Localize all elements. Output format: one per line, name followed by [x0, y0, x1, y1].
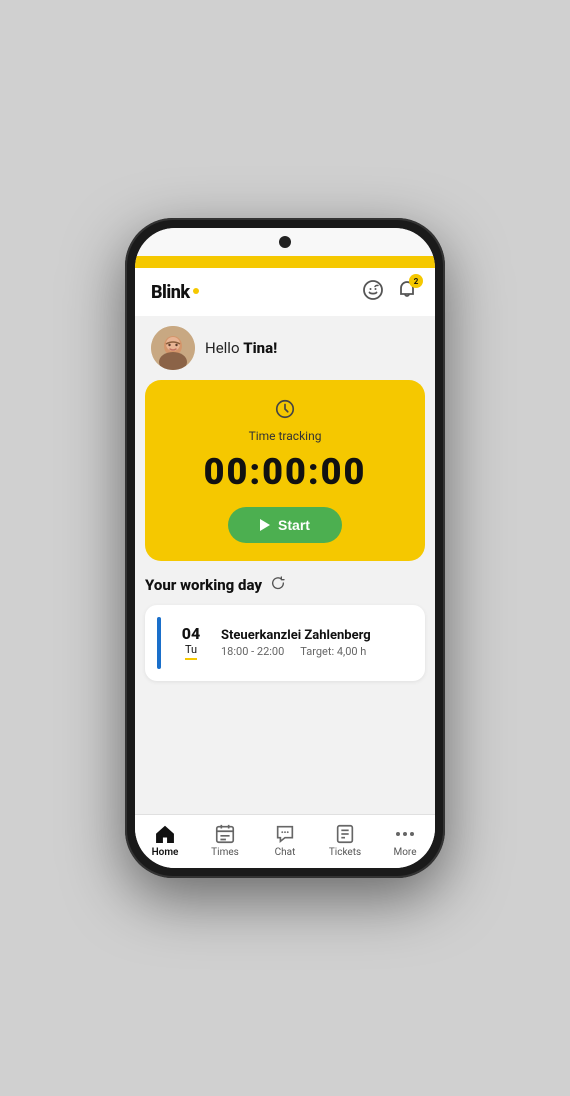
times-icon — [214, 823, 236, 845]
time-tracking-label: Time tracking — [249, 429, 322, 443]
more-dot-1 — [396, 832, 400, 836]
greeting-name: Tina! — [243, 339, 277, 357]
top-yellow-bar — [135, 256, 435, 268]
more-dot-2 — [403, 832, 407, 836]
nav-label-home: Home — [152, 847, 179, 858]
avatar-image — [151, 326, 195, 370]
nav-item-home[interactable]: Home — [141, 823, 189, 858]
bottom-nav: Home Times — [135, 814, 435, 868]
schedule-card: 04 Tu Steuerkanzlei Zahlenberg 18:00 - 2… — [145, 605, 425, 681]
home-icon — [154, 823, 176, 845]
brand-name: Blink — [151, 282, 190, 303]
date-day: Tu — [185, 642, 197, 659]
nav-label-more: More — [393, 847, 416, 858]
brand-dot — [193, 288, 199, 294]
camera-notch — [279, 236, 291, 248]
nav-item-more[interactable]: More — [381, 823, 429, 858]
greeting-section: Hello Tina! — [135, 316, 435, 380]
more-dot-3 — [410, 832, 414, 836]
nav-item-tickets[interactable]: Tickets — [321, 823, 369, 858]
working-day-title: Your working day — [145, 576, 262, 594]
play-icon — [260, 519, 270, 531]
time-range: 18:00 - 22:00 — [221, 645, 284, 658]
start-label: Start — [278, 517, 310, 533]
schedule-time: 18:00 - 22:00 Target: 4,00 h — [221, 645, 413, 658]
app-header: Blink — [135, 268, 435, 316]
header-icons: 2 — [361, 278, 419, 306]
timer-display: 00:00:00 — [204, 451, 367, 493]
main-content: Time tracking 00:00:00 Start Your workin… — [135, 380, 435, 814]
time-tracking-card: Time tracking 00:00:00 Start — [145, 380, 425, 561]
greeting-text: Hello Tina! — [205, 339, 277, 357]
status-bar — [135, 228, 435, 256]
target-hours: Target: 4,00 h — [300, 645, 366, 658]
phone-screen: Blink — [135, 228, 435, 868]
nav-label-tickets: Tickets — [329, 847, 361, 858]
nav-item-chat[interactable]: Chat — [261, 823, 309, 858]
nav-label-times: Times — [211, 847, 239, 858]
emoji-icon-button[interactable] — [361, 278, 385, 306]
schedule-info: Steuerkanzlei Zahlenberg 18:00 - 22:00 T… — [221, 628, 413, 658]
phone-frame: Blink — [125, 218, 445, 878]
notification-badge: 2 — [409, 274, 423, 288]
emoji-icon — [361, 278, 385, 302]
nav-item-times[interactable]: Times — [201, 823, 249, 858]
avatar — [151, 326, 195, 370]
schedule-accent — [157, 617, 161, 669]
date-number: 04 — [182, 626, 200, 642]
brand-logo: Blink — [151, 282, 199, 303]
schedule-company: Steuerkanzlei Zahlenberg — [221, 628, 413, 643]
bell-icon-button[interactable]: 2 — [395, 278, 419, 306]
working-day-header: Your working day — [145, 575, 425, 595]
chat-icon — [274, 823, 296, 845]
start-button[interactable]: Start — [228, 507, 342, 543]
nav-label-chat: Chat — [275, 847, 296, 858]
more-icon — [396, 823, 414, 845]
clock-icon — [274, 398, 296, 425]
tickets-icon — [334, 823, 356, 845]
date-block: 04 Tu — [173, 626, 209, 659]
refresh-icon[interactable] — [270, 575, 286, 595]
